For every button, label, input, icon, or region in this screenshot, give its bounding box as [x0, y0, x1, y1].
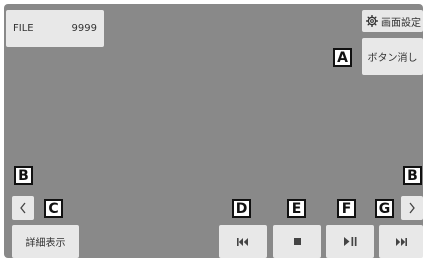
previous-track-button[interactable]	[219, 225, 267, 258]
screen-settings-label: 画面設定	[381, 17, 421, 29]
details-label: 詳細表示	[25, 238, 66, 249]
file-label: FILE	[13, 23, 34, 34]
callout-g: G	[375, 199, 394, 218]
stop-button[interactable]	[273, 225, 321, 258]
callout-a: A	[333, 48, 352, 67]
screen-settings-button[interactable]: 画面設定	[362, 10, 423, 32]
previous-arrow-button[interactable]	[12, 196, 34, 220]
callout-c: C	[44, 199, 63, 218]
callout-f: F	[337, 199, 356, 218]
chevron-right-icon	[408, 202, 416, 214]
play-pause-icon	[343, 237, 357, 246]
play-pause-button[interactable]	[326, 225, 374, 258]
gear-icon	[366, 15, 378, 27]
skip-next-icon	[395, 237, 407, 246]
next-track-button[interactable]	[379, 225, 423, 258]
file-info: FILE 9999	[6, 10, 104, 47]
file-number: 9999	[71, 23, 97, 34]
details-button[interactable]: 詳細表示	[12, 225, 79, 258]
hide-buttons-label: ボタン消し	[367, 53, 418, 64]
stop-icon	[293, 238, 301, 245]
callout-e: E	[287, 199, 306, 218]
skip-previous-icon	[237, 237, 249, 246]
next-arrow-button[interactable]	[401, 196, 423, 220]
callout-d: D	[232, 199, 251, 218]
chevron-left-icon	[19, 202, 27, 214]
callout-b-right: B	[403, 166, 422, 185]
callout-b-left: B	[14, 166, 33, 185]
hide-buttons-button[interactable]: ボタン消し	[362, 38, 423, 75]
